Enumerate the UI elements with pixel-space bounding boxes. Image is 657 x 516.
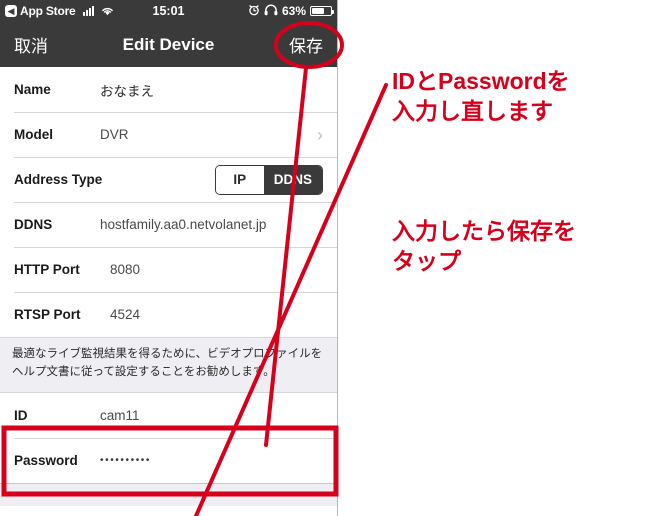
password-field[interactable]: •••••••••• <box>100 455 323 466</box>
segment-ddns[interactable]: DDNS <box>263 165 322 194</box>
bottom-strip <box>0 482 337 506</box>
row-address-type[interactable]: Address Type IP DDNS <box>0 157 337 202</box>
rtsp-port-field[interactable]: 4524 <box>110 307 323 322</box>
row-label-model: Model <box>14 127 53 142</box>
phone-screenshot: ◀ App Store 15:01 63% 取消 Edit Device 保存 … <box>0 0 338 516</box>
ddns-field[interactable]: hostfamily.aa0.netvolanet.jp <box>100 217 323 232</box>
headphones-icon <box>264 4 278 19</box>
chevron-right-icon: › <box>317 124 323 145</box>
row-label-http-port: HTTP Port <box>14 262 80 277</box>
back-chevron-icon[interactable]: ◀ <box>5 5 17 17</box>
row-label-rtsp-port: RTSP Port <box>14 307 81 322</box>
carrier-label: App Store <box>20 4 76 18</box>
battery-percent-label: 63% <box>281 4 306 18</box>
row-ddns[interactable]: DDNS hostfamily.aa0.netvolanet.jp <box>0 202 337 247</box>
battery-icon <box>310 6 334 16</box>
wifi-icon <box>101 6 114 16</box>
signal-bars-icon <box>82 6 94 16</box>
navigation-bar: 取消 Edit Device 保存 <box>0 22 337 67</box>
row-label-password: Password <box>14 452 78 468</box>
device-settings-list: Name おなまえ Model DVR › Address Type IP DD… <box>0 67 337 506</box>
row-password[interactable]: Password •••••••••• <box>0 437 337 483</box>
row-label-name: Name <box>14 82 51 97</box>
row-label-address-type: Address Type <box>14 172 103 187</box>
row-name[interactable]: Name おなまえ <box>0 67 337 112</box>
id-field[interactable]: cam11 <box>100 408 323 423</box>
row-id[interactable]: ID cam11 <box>0 392 337 438</box>
save-button[interactable]: 保存 <box>289 32 323 57</box>
row-label-id: ID <box>14 407 28 423</box>
profile-hint-text: 最適なライブ監視結果を得るために、ビデオプロファイルをヘルプ文書に従って設定する… <box>0 337 337 393</box>
status-bar: ◀ App Store 15:01 63% <box>0 0 337 22</box>
address-type-segmented-control[interactable]: IP DDNS <box>214 164 323 195</box>
row-model[interactable]: Model DVR › <box>0 112 337 157</box>
row-label-ddns: DDNS <box>14 217 53 232</box>
annotation-note-1: IDとPasswordを 入力し直します <box>392 68 570 125</box>
status-bar-right: 63% <box>248 4 334 19</box>
annotation-note-2: 入力したら保存を タップ <box>392 218 576 275</box>
http-port-field[interactable]: 8080 <box>110 262 323 277</box>
row-http-port[interactable]: HTTP Port 8080 <box>0 247 337 292</box>
row-rtsp-port[interactable]: RTSP Port 4524 <box>0 292 337 337</box>
model-value: DVR <box>100 127 129 142</box>
segment-ip[interactable]: IP <box>215 165 264 194</box>
name-field[interactable]: おなまえ <box>100 80 323 100</box>
page-title: Edit Device <box>122 34 215 54</box>
cancel-button[interactable]: 取消 <box>14 32 48 57</box>
status-bar-left: ◀ App Store <box>5 4 114 18</box>
alarm-clock-icon <box>248 4 260 19</box>
